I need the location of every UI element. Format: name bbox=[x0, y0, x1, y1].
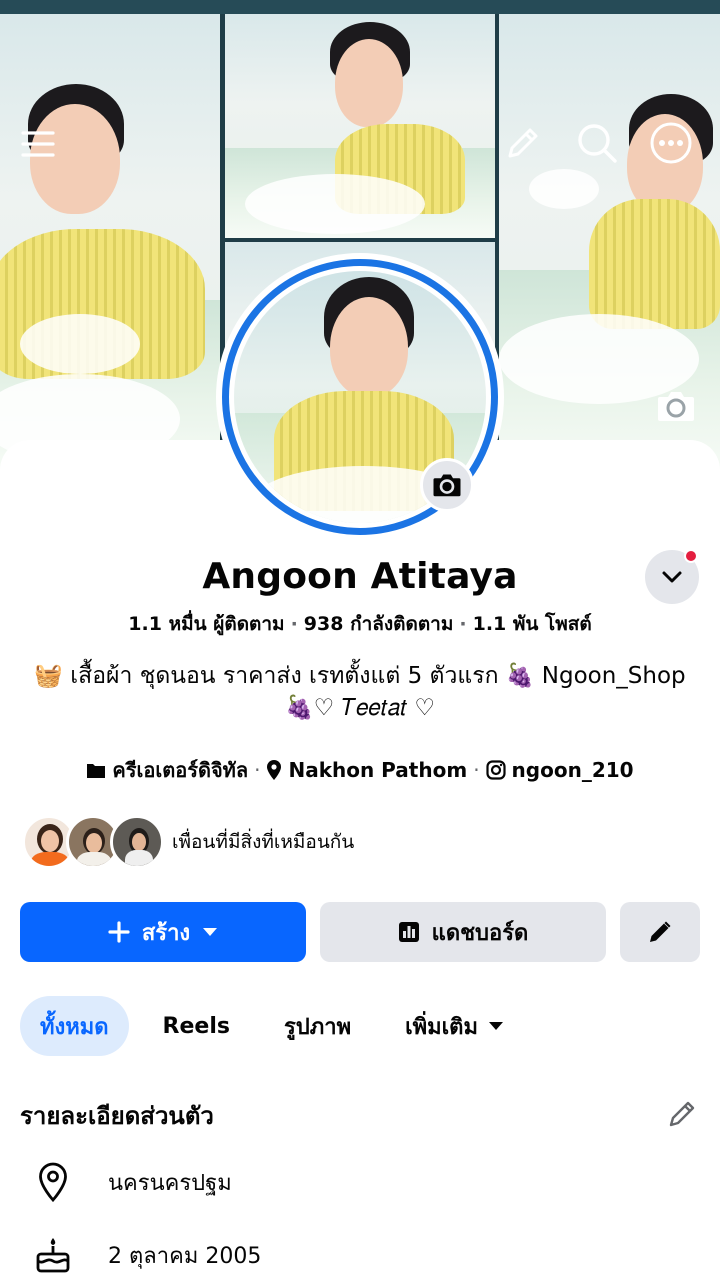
location-pin-icon bbox=[20, 1162, 86, 1202]
tab-label: รูปภาพ bbox=[283, 1014, 352, 1040]
detail-birthday: 2 ตุลาคม 2005 bbox=[20, 1230, 261, 1280]
bio-line: 🧺 เสื้อผ้า ชุดนอน ราคาส่ง เรทตั้งแต่ 5 ต… bbox=[34, 663, 686, 689]
location-pin-icon bbox=[266, 759, 282, 781]
profile-meta: ครีเอเตอร์ดิจิทัล · Nakhon Pathom · ngoo… bbox=[0, 754, 720, 786]
status-strip bbox=[0, 0, 720, 14]
camera-icon bbox=[433, 474, 461, 497]
instagram-link[interactable]: ngoon_210 bbox=[512, 758, 634, 782]
mutual-friends[interactable]: เพื่อนที่มีสิ่งที่เหมือนกัน bbox=[22, 814, 354, 870]
tab-more[interactable]: เพิ่มเติม bbox=[385, 996, 524, 1056]
bio-line: 🍇♡ 𝑇𝑒𝑒𝑡𝑎𝑡 ♡ bbox=[285, 695, 435, 721]
plus-icon bbox=[108, 921, 130, 943]
caret-down-icon bbox=[488, 1022, 503, 1030]
separator: · bbox=[473, 758, 480, 782]
details-section-title: รายละเอียดส่วนตัว bbox=[20, 1102, 214, 1130]
tab-label: เพิ่มเติม bbox=[405, 1014, 478, 1040]
profile-bio: 🧺 เสื้อผ้า ชุดนอน ราคาส่ง เรทตั้งแต่ 5 ต… bbox=[20, 660, 700, 724]
separator: · bbox=[459, 613, 467, 635]
tab-label: ทั้งหมด bbox=[40, 1014, 109, 1040]
location-label[interactable]: Nakhon Pathom bbox=[288, 758, 467, 782]
pencil-icon[interactable] bbox=[500, 120, 546, 166]
dashboard-button[interactable]: แดชบอร์ด bbox=[320, 902, 606, 962]
tab-reels[interactable]: Reels bbox=[143, 996, 250, 1056]
followers-count[interactable]: 1.1 หมื่น ผู้ติดตาม bbox=[128, 613, 284, 635]
cover-photo-tile bbox=[225, 14, 495, 238]
caret-down-icon bbox=[203, 928, 218, 936]
profile-tabs: ทั้งหมด Reels รูปภาพ เพิ่มเติม bbox=[20, 996, 538, 1056]
birthday-cake-icon bbox=[20, 1236, 86, 1274]
profile-name: Angoon Atitaya bbox=[202, 556, 518, 597]
camera-icon[interactable] bbox=[654, 386, 698, 426]
more-options-icon[interactable] bbox=[646, 118, 696, 168]
separator: · bbox=[290, 613, 298, 635]
separator: · bbox=[254, 758, 261, 782]
detail-location: นครนครปฐม bbox=[20, 1157, 232, 1207]
pencil-icon bbox=[650, 921, 671, 942]
search-icon[interactable] bbox=[572, 118, 622, 168]
notification-dot bbox=[684, 549, 698, 563]
create-button-label: สร้าง bbox=[141, 920, 191, 946]
tab-all[interactable]: ทั้งหมด bbox=[20, 996, 129, 1056]
detail-birthday-text: 2 ตุลาคม 2005 bbox=[108, 1243, 262, 1269]
avatar-camera-button[interactable] bbox=[420, 458, 474, 512]
edit-profile-button[interactable] bbox=[620, 902, 700, 962]
tab-photos[interactable]: รูปภาพ bbox=[264, 996, 371, 1056]
category-label: ครีเอเตอร์ดิจิทัล bbox=[112, 758, 249, 782]
bar-chart-icon bbox=[398, 922, 419, 942]
cover-photo-tile bbox=[0, 14, 220, 470]
chevron-down-icon bbox=[662, 571, 682, 583]
tab-label: Reels bbox=[162, 1013, 230, 1039]
profile-stats: 1.1 หมื่น ผู้ติดตาม · 938 กำลังติดตาม · 1.1 … bbox=[0, 609, 720, 639]
create-button[interactable]: สร้าง bbox=[20, 902, 306, 962]
pencil-icon bbox=[669, 1101, 695, 1127]
instagram-icon bbox=[485, 760, 506, 780]
posts-count[interactable]: 1.1 พัน โพสต์ bbox=[473, 613, 592, 635]
hamburger-menu-icon[interactable] bbox=[16, 122, 60, 166]
following-count[interactable]: 938 กำลังติดตาม bbox=[304, 613, 454, 635]
dashboard-button-label: แดชบอร์ด bbox=[431, 920, 529, 946]
edit-details-button[interactable] bbox=[666, 1096, 700, 1130]
friend-avatar bbox=[110, 815, 164, 869]
detail-location-text: นครนครปฐม bbox=[108, 1170, 232, 1196]
page-category-icon bbox=[86, 761, 106, 779]
mutual-friends-label: เพื่อนที่มีสิ่งที่เหมือนกัน bbox=[172, 831, 355, 853]
